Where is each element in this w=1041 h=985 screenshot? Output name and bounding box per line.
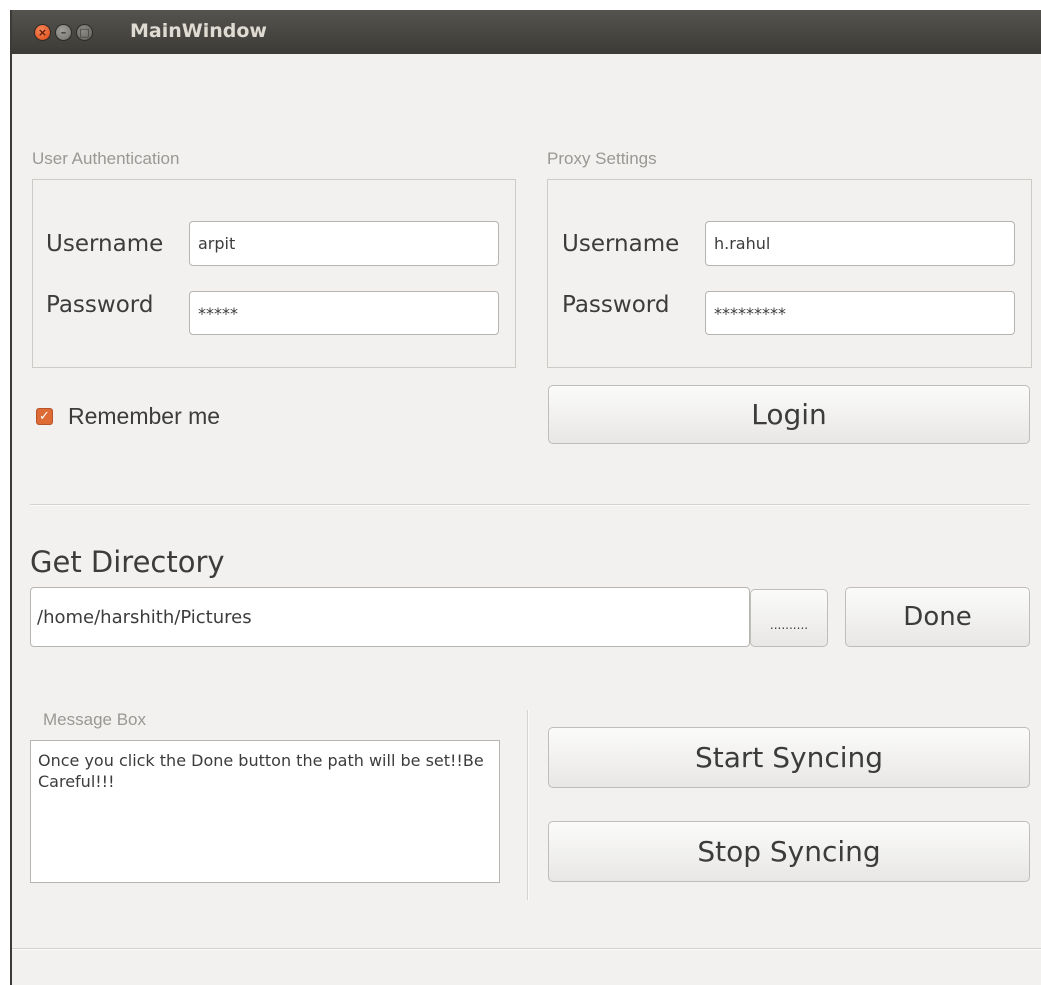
message-box[interactable]: Once you click the Done button the path …: [30, 740, 500, 883]
minimize-window-button[interactable]: –: [55, 24, 72, 41]
proxy-password-input[interactable]: *********: [705, 291, 1015, 335]
proxy-settings-group: [547, 179, 1032, 368]
done-button[interactable]: Done: [845, 587, 1030, 647]
directory-path-input[interactable]: /home/harshith/Pictures: [30, 587, 750, 647]
section-divider: [30, 504, 1030, 506]
browse-button[interactable]: ..........: [750, 589, 828, 647]
proxy-username-input[interactable]: h.rahul: [705, 221, 1015, 266]
maximize-window-button[interactable]: □: [76, 24, 93, 41]
user-password-input[interactable]: *****: [189, 291, 499, 335]
user-auth-label: User Authentication: [32, 149, 180, 168]
main-window: × – □ MainWindow User Authentication Use…: [10, 10, 1041, 985]
start-syncing-button[interactable]: Start Syncing: [548, 727, 1030, 788]
check-icon: ✓: [39, 409, 50, 424]
proxy-password-label: Password: [562, 292, 670, 318]
vertical-divider: [527, 710, 529, 900]
status-bar-divider: [12, 948, 1041, 950]
user-password-label: Password: [46, 292, 154, 318]
login-button[interactable]: Login: [548, 385, 1030, 444]
user-username-input[interactable]: arpit: [189, 221, 499, 266]
user-username-label: Username: [46, 231, 164, 257]
close-icon: ×: [37, 26, 48, 39]
proxy-settings-label: Proxy Settings: [547, 149, 657, 168]
remember-me-checkbox[interactable]: ✓: [36, 408, 53, 425]
maximize-icon: □: [79, 26, 90, 39]
get-directory-heading: Get Directory: [30, 545, 225, 579]
message-box-label: Message Box: [43, 710, 146, 729]
stop-syncing-button[interactable]: Stop Syncing: [548, 821, 1030, 882]
proxy-username-label: Username: [562, 231, 680, 257]
close-window-button[interactable]: ×: [34, 24, 51, 41]
remember-me-label[interactable]: Remember me: [68, 403, 220, 430]
user-auth-group: [32, 179, 516, 368]
title-bar: × – □ MainWindow: [12, 10, 1041, 54]
minimize-icon: –: [60, 26, 67, 39]
window-title: MainWindow: [130, 20, 267, 42]
